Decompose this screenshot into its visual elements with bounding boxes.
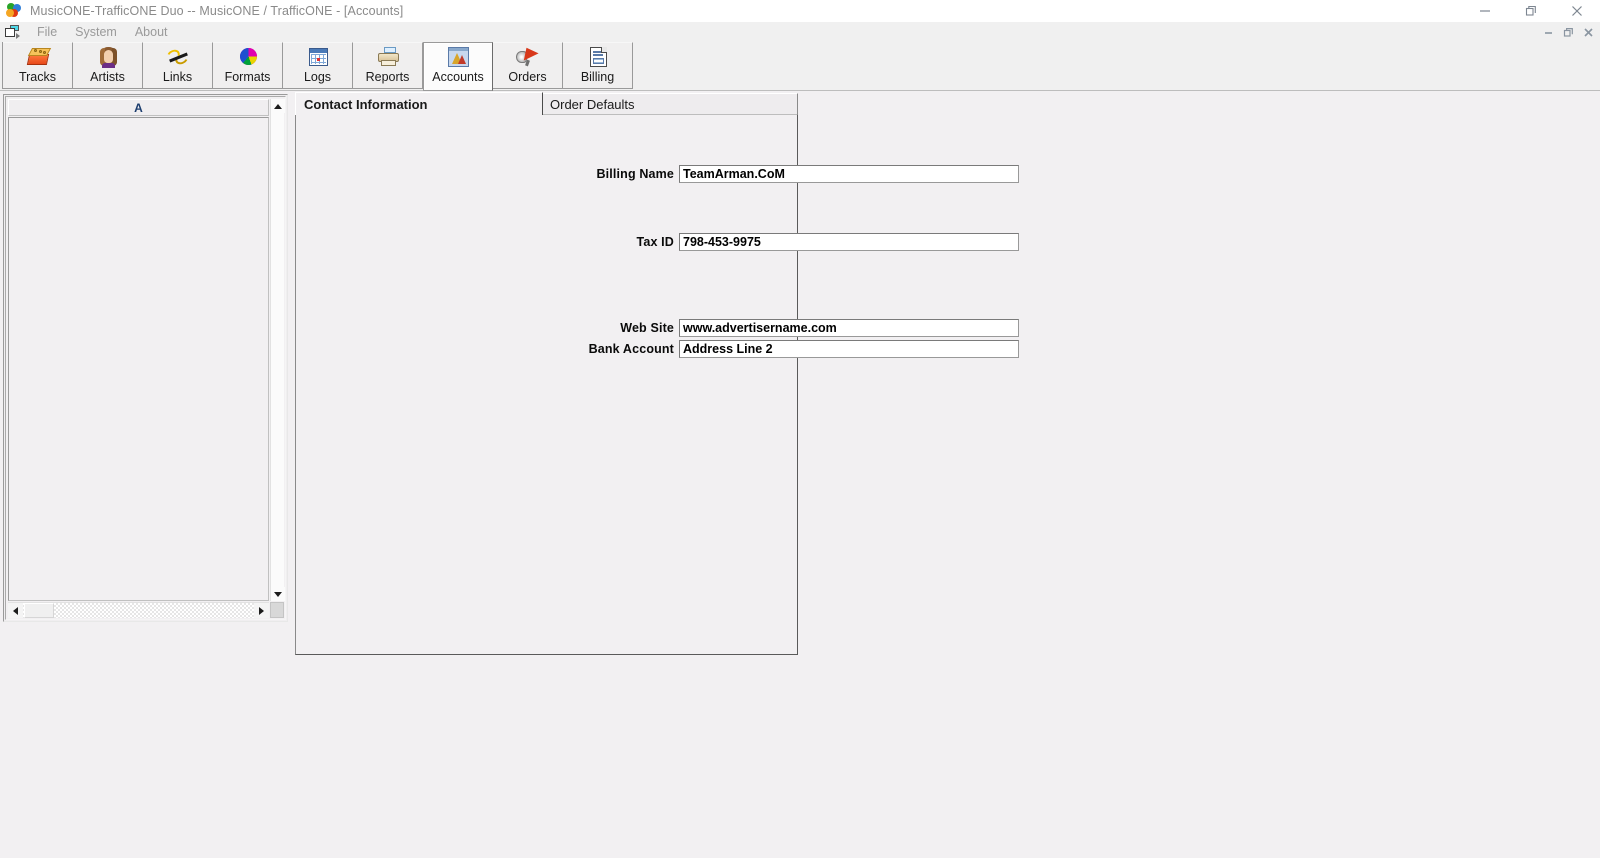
mdi-minimize-button[interactable] [1538, 23, 1558, 41]
window-minimize-button[interactable] [1462, 0, 1508, 22]
orders-icon [513, 46, 543, 69]
list-vertical-scrollbar[interactable] [270, 99, 285, 601]
toolbar-button-logs[interactable]: Logs [283, 42, 353, 89]
toolbar-button-orders[interactable]: Orders [493, 42, 563, 89]
toolbar-label-formats: Formats [224, 70, 271, 84]
bank-account-label: Bank Account [588, 342, 674, 356]
list-horizontal-scrollbar[interactable] [8, 602, 269, 618]
toolbar-label-tracks: Tracks [18, 70, 57, 84]
toolbar-button-tracks[interactable]: Tracks [3, 42, 73, 89]
accounts-list-panel: A [3, 94, 288, 622]
window-restore-button[interactable] [1508, 0, 1554, 22]
tracks-icon [23, 46, 53, 69]
toolbar-label-links: Links [162, 70, 193, 84]
list-column-header-label: A [134, 100, 143, 115]
mdi-system-menu-icon[interactable] [4, 24, 22, 40]
tab-strip: Contact Information Order Defaults [295, 92, 798, 115]
accounts-icon [443, 46, 473, 69]
field-row-bank-account: Bank Account Address Line 2 [296, 340, 1019, 358]
toolbar-button-billing[interactable]: Billing [563, 42, 633, 89]
billing-name-input[interactable]: TeamArman.CoM [679, 165, 1019, 183]
mdi-restore-button[interactable] [1558, 23, 1578, 41]
toolbar-label-logs: Logs [303, 70, 332, 84]
tab-contact-information-label: Contact Information [304, 96, 428, 112]
window-titlebar: MusicONE-TrafficONE Duo -- MusicONE / Tr… [0, 0, 1600, 22]
scroll-down-arrow[interactable] [271, 587, 285, 601]
horizontal-scroll-thumb[interactable] [24, 603, 54, 618]
logs-icon [303, 46, 333, 69]
vertical-scroll-track[interactable] [271, 113, 284, 587]
scroll-left-arrow[interactable] [8, 603, 23, 618]
billing-name-label: Billing Name [596, 167, 674, 181]
toolbar-button-accounts[interactable]: Accounts [423, 42, 493, 91]
toolbar-label-orders: Orders [508, 70, 547, 84]
menu-item-system[interactable]: System [66, 23, 126, 41]
scroll-right-arrow[interactable] [254, 603, 269, 618]
tab-contact-information[interactable]: Contact Information [295, 92, 543, 115]
window-controls [1462, 0, 1600, 22]
tax-id-input[interactable]: 798-453-9975 [679, 233, 1019, 251]
mdi-window-controls [1538, 23, 1598, 41]
billing-icon [583, 46, 613, 69]
list-column-header[interactable]: A [8, 99, 269, 116]
toolbar-label-accounts: Accounts [432, 70, 484, 84]
toolbar-button-reports[interactable]: Reports [353, 42, 423, 89]
contact-information-form: Billing Name TeamArman.CoM Tax ID 798-45… [295, 114, 1019, 655]
field-row-web-site: Web Site www.advertisername.com [296, 319, 1019, 337]
web-site-input[interactable]: www.advertisername.com [679, 319, 1019, 337]
tax-id-label: Tax ID [636, 235, 674, 249]
bank-account-input[interactable]: Address Line 2 [679, 340, 1019, 358]
links-icon [163, 46, 193, 69]
toolbar-label-artists: Artists [90, 70, 125, 84]
account-detail-panel: Contact Information Order Defaults Billi… [295, 92, 1019, 655]
mdi-close-button[interactable] [1578, 23, 1598, 41]
scroll-up-arrow[interactable] [271, 99, 285, 113]
accounts-list-body[interactable] [8, 117, 269, 601]
toolbar-label-reports: Reports [365, 70, 410, 84]
window-close-button[interactable] [1554, 0, 1600, 22]
toolbar-button-artists[interactable]: Artists [73, 42, 143, 89]
toolbar-button-links[interactable]: Links [143, 42, 213, 89]
toolbar-label-billing: Billing [580, 70, 615, 84]
main-toolbar: Tracks Artists Links Formats Logs Report… [0, 42, 1600, 91]
scrollbar-corner [270, 602, 284, 618]
window-title: MusicONE-TrafficONE Duo -- MusicONE / Tr… [30, 4, 404, 18]
menu-bar: File System About [0, 22, 1600, 42]
app-logo-icon [6, 3, 22, 19]
field-row-billing-name: Billing Name TeamArman.CoM [296, 165, 1019, 183]
toolbar-button-formats[interactable]: Formats [213, 42, 283, 89]
menu-item-about[interactable]: About [126, 23, 177, 41]
web-site-label: Web Site [620, 321, 674, 335]
formats-icon [233, 46, 263, 69]
menu-item-file[interactable]: File [28, 23, 66, 41]
reports-icon [373, 46, 403, 69]
tab-order-defaults-label: Order Defaults [550, 96, 635, 112]
tab-order-defaults[interactable]: Order Defaults [541, 93, 798, 114]
field-row-tax-id: Tax ID 798-453-9975 [296, 233, 1019, 251]
artists-icon [93, 46, 123, 69]
